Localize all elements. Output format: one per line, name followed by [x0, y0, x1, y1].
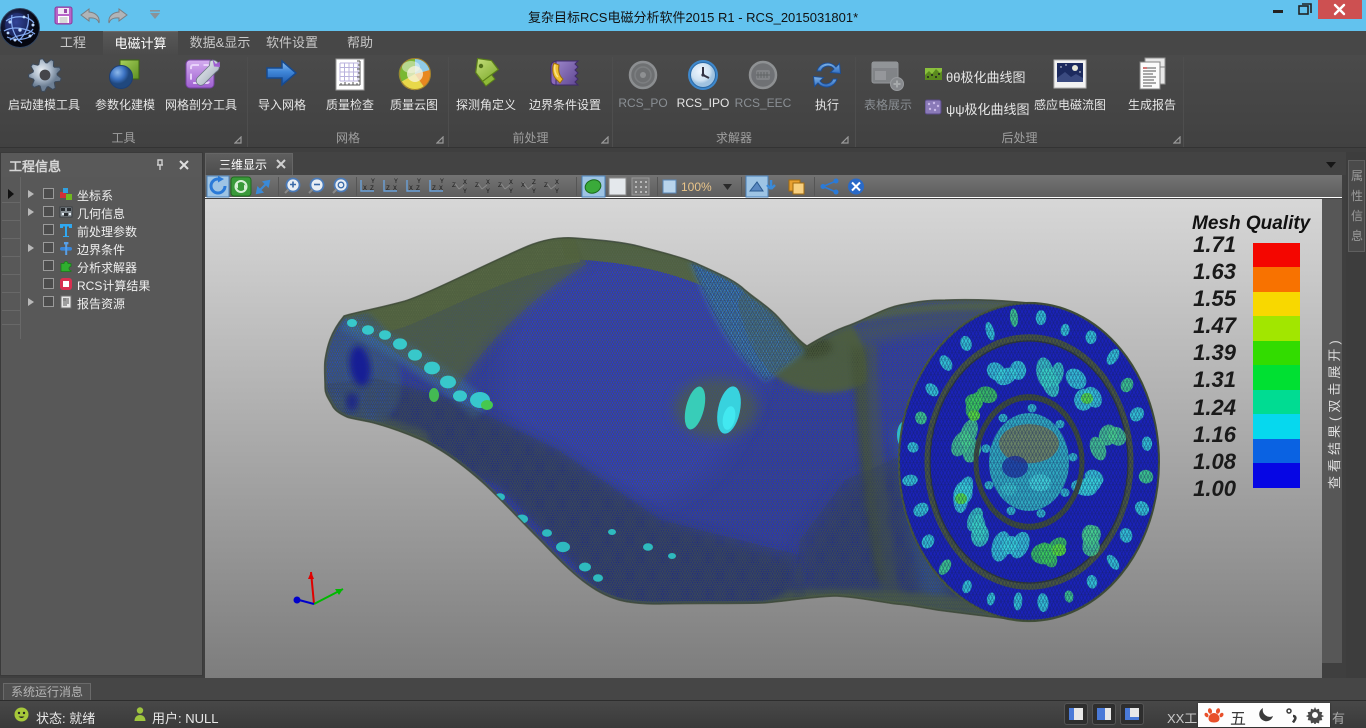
svg-text:Z: Z — [452, 182, 456, 189]
svg-text:Z: Z — [475, 182, 479, 189]
svg-text:Z: Z — [370, 185, 374, 192]
svg-text:X: X — [409, 185, 413, 192]
svg-text:X: X — [555, 179, 559, 186]
svg-text:X: X — [439, 185, 443, 192]
svg-text:Y: Y — [463, 188, 467, 195]
svg-text:Y: Y — [509, 188, 513, 195]
svg-text:Z: Z — [416, 185, 420, 192]
svg-text:Y: Y — [532, 188, 536, 195]
svg-text:Y: Y — [555, 188, 559, 195]
svg-text:X: X — [463, 179, 467, 186]
svg-text:X: X — [509, 179, 513, 186]
svg-text:Z: Z — [544, 182, 548, 189]
svg-text:X: X — [486, 179, 490, 186]
svg-text:Y: Y — [394, 178, 398, 185]
svg-text:100%: 100% — [681, 180, 712, 194]
svg-text:Y: Y — [371, 178, 375, 185]
svg-text:Z: Z — [432, 185, 436, 192]
svg-text:Y: Y — [440, 178, 444, 185]
svg-text:Z: Z — [386, 185, 390, 192]
svg-text:Z: Z — [532, 179, 536, 186]
svg-text:Y: Y — [486, 188, 490, 195]
svg-text:Y: Y — [417, 178, 421, 185]
svg-text:X: X — [393, 185, 397, 192]
svg-text:X: X — [363, 185, 367, 192]
svg-text:Z: Z — [498, 182, 502, 189]
svg-text:X: X — [521, 182, 525, 189]
